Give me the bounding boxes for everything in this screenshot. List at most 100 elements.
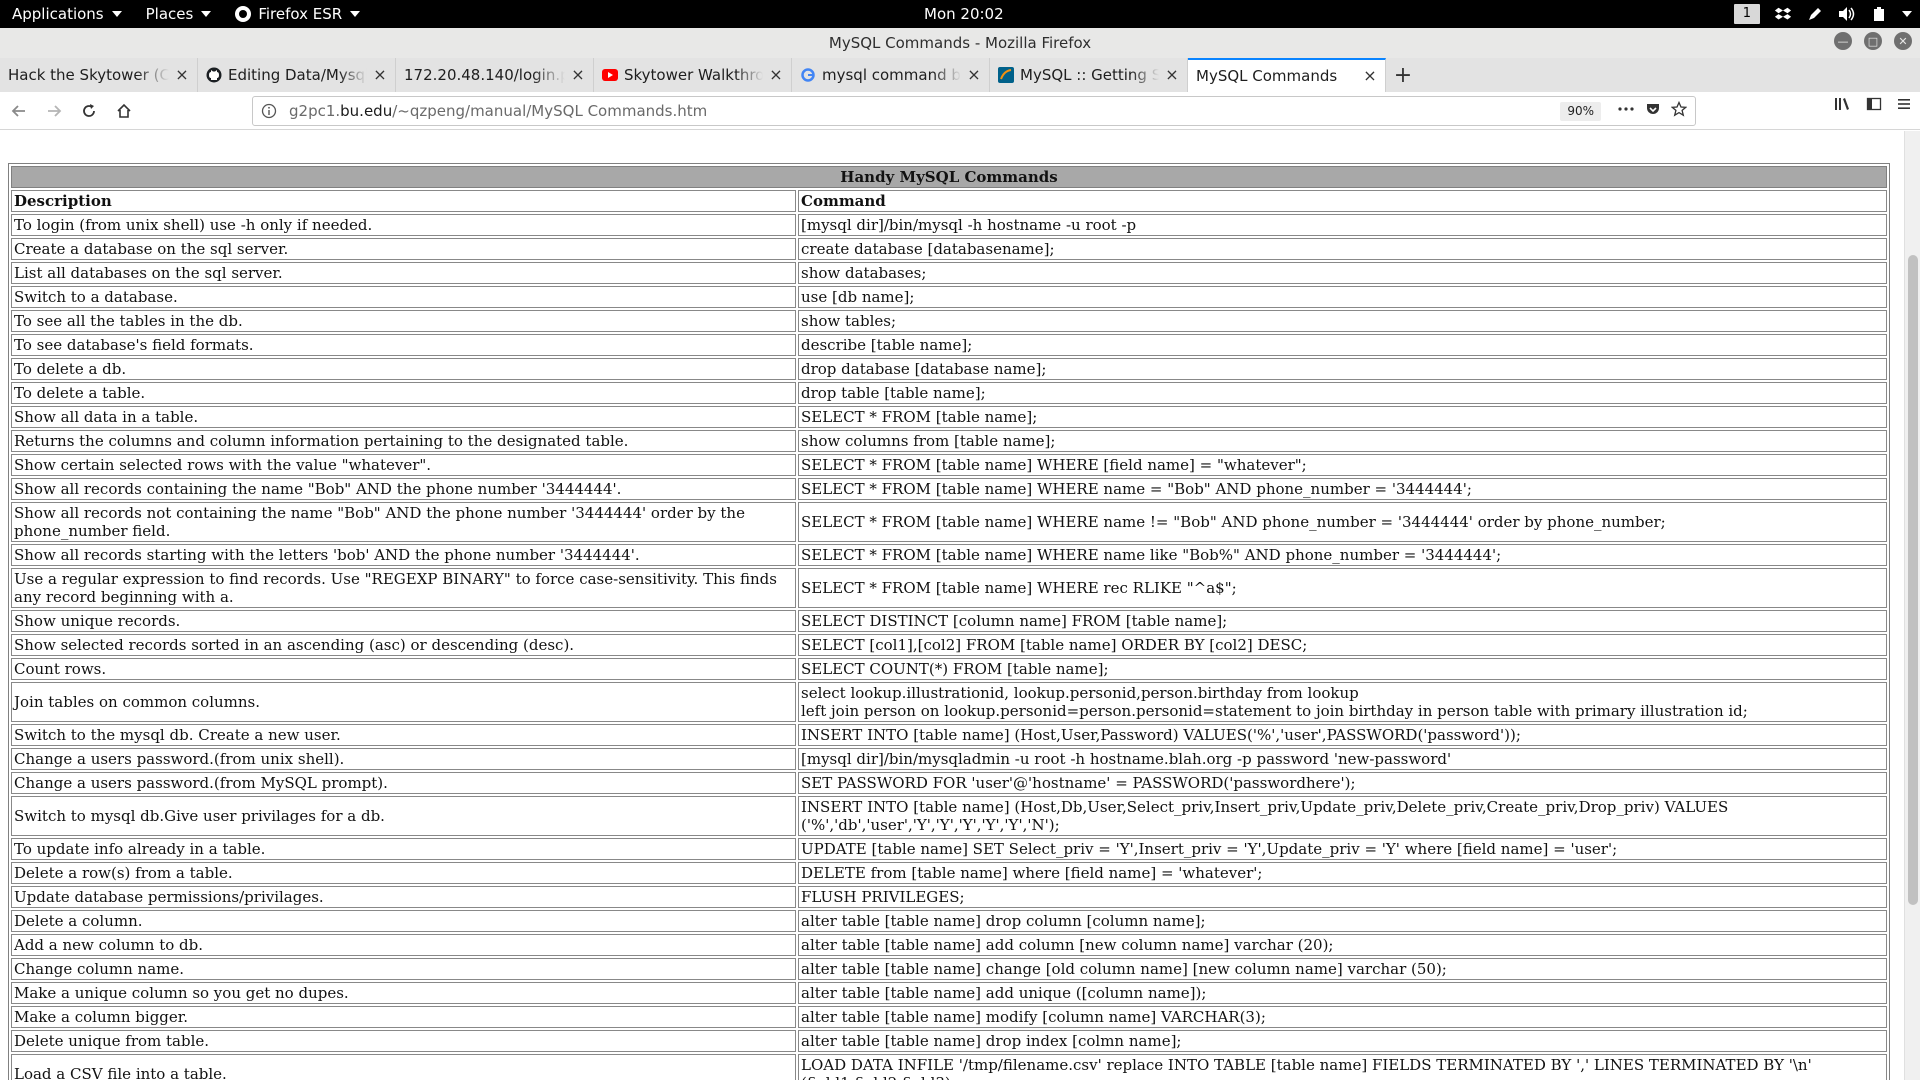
table-body: To login (from unix shell) use -h only i… [11, 214, 1887, 1080]
close-tab-icon[interactable]: × [571, 67, 585, 83]
description-cell: Change column name. [11, 958, 796, 980]
hamburger-menu-icon[interactable] [1896, 96, 1912, 116]
table-row: Returns the columns and column informati… [11, 430, 1887, 452]
tab-label: 172.20.48.140/login.php [404, 66, 565, 84]
window-title: MySQL Commands - Mozilla Firefox [828, 34, 1092, 52]
table-row: Change a users password.(from unix shell… [11, 748, 1887, 770]
maximize-icon: □ [1867, 34, 1879, 48]
url-bar[interactable]: g2pc1.bu.edu/~qzpeng/manual/MySQL Comman… [252, 96, 1696, 126]
table-row: To delete a table. drop table [table name… [11, 382, 1887, 404]
github-icon [206, 67, 222, 83]
table-row: Update database permissions/privilages. F… [11, 886, 1887, 908]
description-cell: Show certain selected rows with the valu… [11, 454, 796, 476]
url-text[interactable]: g2pc1.bu.edu/~qzpeng/manual/MySQL Comman… [289, 102, 707, 120]
pocket-icon[interactable] [1645, 101, 1661, 121]
close-tab-icon[interactable]: × [769, 67, 783, 83]
description-cell: List all databases on the sql server. [11, 262, 796, 284]
command-cell: SELECT * FROM [table name] WHERE [field … [798, 454, 1887, 476]
new-tab-button[interactable]: + [1386, 58, 1420, 92]
command-cell: SET PASSWORD FOR 'user'@'hostname' = PAS… [798, 772, 1887, 794]
description-cell: Show all data in a table. [11, 406, 796, 428]
vertical-scrollbar[interactable] [1904, 131, 1920, 1080]
tab-strip: Hack the Skytower (CTF Cha × Editing Dat… [0, 58, 1920, 92]
library-icon[interactable] [1834, 96, 1852, 116]
command-cell: show databases; [798, 262, 1887, 284]
command-cell: INSERT INTO [table name] (Host,User,Pass… [798, 724, 1887, 746]
volume-icon[interactable] [1838, 6, 1856, 22]
forward-button[interactable] [38, 95, 70, 127]
sidebar-icon[interactable] [1866, 96, 1882, 116]
bookmark-star-icon[interactable] [1670, 100, 1688, 121]
table-row: Make a unique column so you get no dupes… [11, 982, 1887, 1004]
description-cell: To update info already in a table. [11, 838, 796, 860]
chevron-down-icon [111, 11, 122, 17]
chevron-down-icon[interactable] [1902, 0, 1912, 28]
command-cell: alter table [table name] add unique ([co… [798, 982, 1887, 1004]
tab-label: Editing Data/Mysql Data [228, 66, 367, 84]
tab-label: MySQL Commands [1196, 67, 1338, 85]
close-tab-icon[interactable]: × [1363, 68, 1377, 84]
command-cell: UPDATE [table name] SET Select_priv = 'Y… [798, 838, 1887, 860]
table-row: Delete a row(s) from a table. DELETE from… [11, 862, 1887, 884]
dropbox-icon[interactable] [1774, 6, 1792, 22]
description-cell: Make a unique column so you get no dupes… [11, 982, 796, 1004]
description-cell: Delete unique from table. [11, 1030, 796, 1052]
description-cell: Show all records starting with the lette… [11, 544, 796, 566]
pen-tool-icon[interactable] [1806, 6, 1824, 22]
minimize-icon: — [1837, 34, 1849, 48]
close-tab-icon[interactable]: × [1165, 67, 1179, 83]
tab-editing-data[interactable]: Editing Data/Mysql Data × [198, 58, 396, 92]
site-info-icon[interactable] [261, 103, 281, 119]
close-window-button[interactable]: ✕ [1894, 32, 1912, 50]
tab-skytower-walkthrough[interactable]: Skytower Walkthrough | × [594, 58, 792, 92]
clock[interactable]: Mon 20:02 [924, 0, 1004, 28]
firefox-app-menu-label: Firefox ESR [258, 5, 343, 23]
firefox-app-menu[interactable]: Firefox ESR [223, 0, 372, 28]
home-button[interactable] [108, 95, 140, 127]
tab-google-search[interactable]: mysql command baisc - G × [792, 58, 990, 92]
workspace-indicator[interactable]: 1 [1733, 4, 1760, 24]
description-cell: Update database permissions/privilages. [11, 886, 796, 908]
close-tab-icon[interactable]: × [175, 67, 189, 83]
mysql-commands-table: Handy MySQL Commands Description Command… [8, 163, 1890, 1080]
tab-mysql-getting-started[interactable]: MySQL :: Getting Started × [990, 58, 1188, 92]
maximize-button[interactable]: □ [1864, 32, 1882, 50]
close-tab-icon[interactable]: × [373, 67, 387, 83]
description-cell: Show all records not containing the name… [11, 502, 796, 542]
table-row: To see database's field formats. describe… [11, 334, 1887, 356]
tab-login-php[interactable]: 172.20.48.140/login.php × [396, 58, 594, 92]
command-cell: [mysql dir]/bin/mysqladmin -u root -h ho… [798, 748, 1887, 770]
mysql-icon [998, 67, 1014, 83]
chevron-down-icon [201, 11, 212, 17]
command-cell: SELECT COUNT(*) FROM [table name]; [798, 658, 1887, 680]
tab-mysql-commands[interactable]: MySQL Commands × [1188, 58, 1386, 92]
places-menu[interactable]: Places [134, 0, 224, 28]
battery-icon[interactable] [1870, 6, 1888, 22]
table-row: Show unique records. SELECT DISTINCT [col… [11, 610, 1887, 632]
table-row: Change a users password.(from MySQL prom… [11, 772, 1887, 794]
applications-menu[interactable]: Applications [0, 0, 134, 28]
reload-button[interactable] [73, 95, 105, 127]
zoom-indicator[interactable]: 90% [1560, 102, 1601, 121]
url-prefix: g2pc1. [289, 102, 341, 120]
system-tray: 1 [1733, 0, 1912, 28]
page-actions-icon[interactable] [1617, 101, 1635, 121]
command-cell: SELECT * FROM [table name] WHERE rec RLI… [798, 568, 1887, 608]
table-row: Show all records not containing the name… [11, 502, 1887, 542]
table-row: Show certain selected rows with the valu… [11, 454, 1887, 476]
command-cell: SELECT * FROM [table name]; [798, 406, 1887, 428]
scrollbar-thumb[interactable] [1908, 255, 1918, 905]
url-host: bu.edu [340, 102, 393, 120]
command-cell: [mysql dir]/bin/mysql -h hostname -u roo… [798, 214, 1887, 236]
description-cell: To delete a db. [11, 358, 796, 380]
description-cell: Change a users password.(from MySQL prom… [11, 772, 796, 794]
back-button[interactable] [3, 95, 35, 127]
close-tab-icon[interactable]: × [967, 67, 981, 83]
command-cell: drop table [table name]; [798, 382, 1887, 404]
command-cell: alter table [table name] add column [new… [798, 934, 1887, 956]
minimize-button[interactable]: — [1834, 32, 1852, 50]
tab-hack-the-skytower[interactable]: Hack the Skytower (CTF Cha × [0, 58, 198, 92]
description-cell: To login (from unix shell) use -h only i… [11, 214, 796, 236]
command-cell: use [db name]; [798, 286, 1887, 308]
table-row: Show all records containing the name "Bo… [11, 478, 1887, 500]
